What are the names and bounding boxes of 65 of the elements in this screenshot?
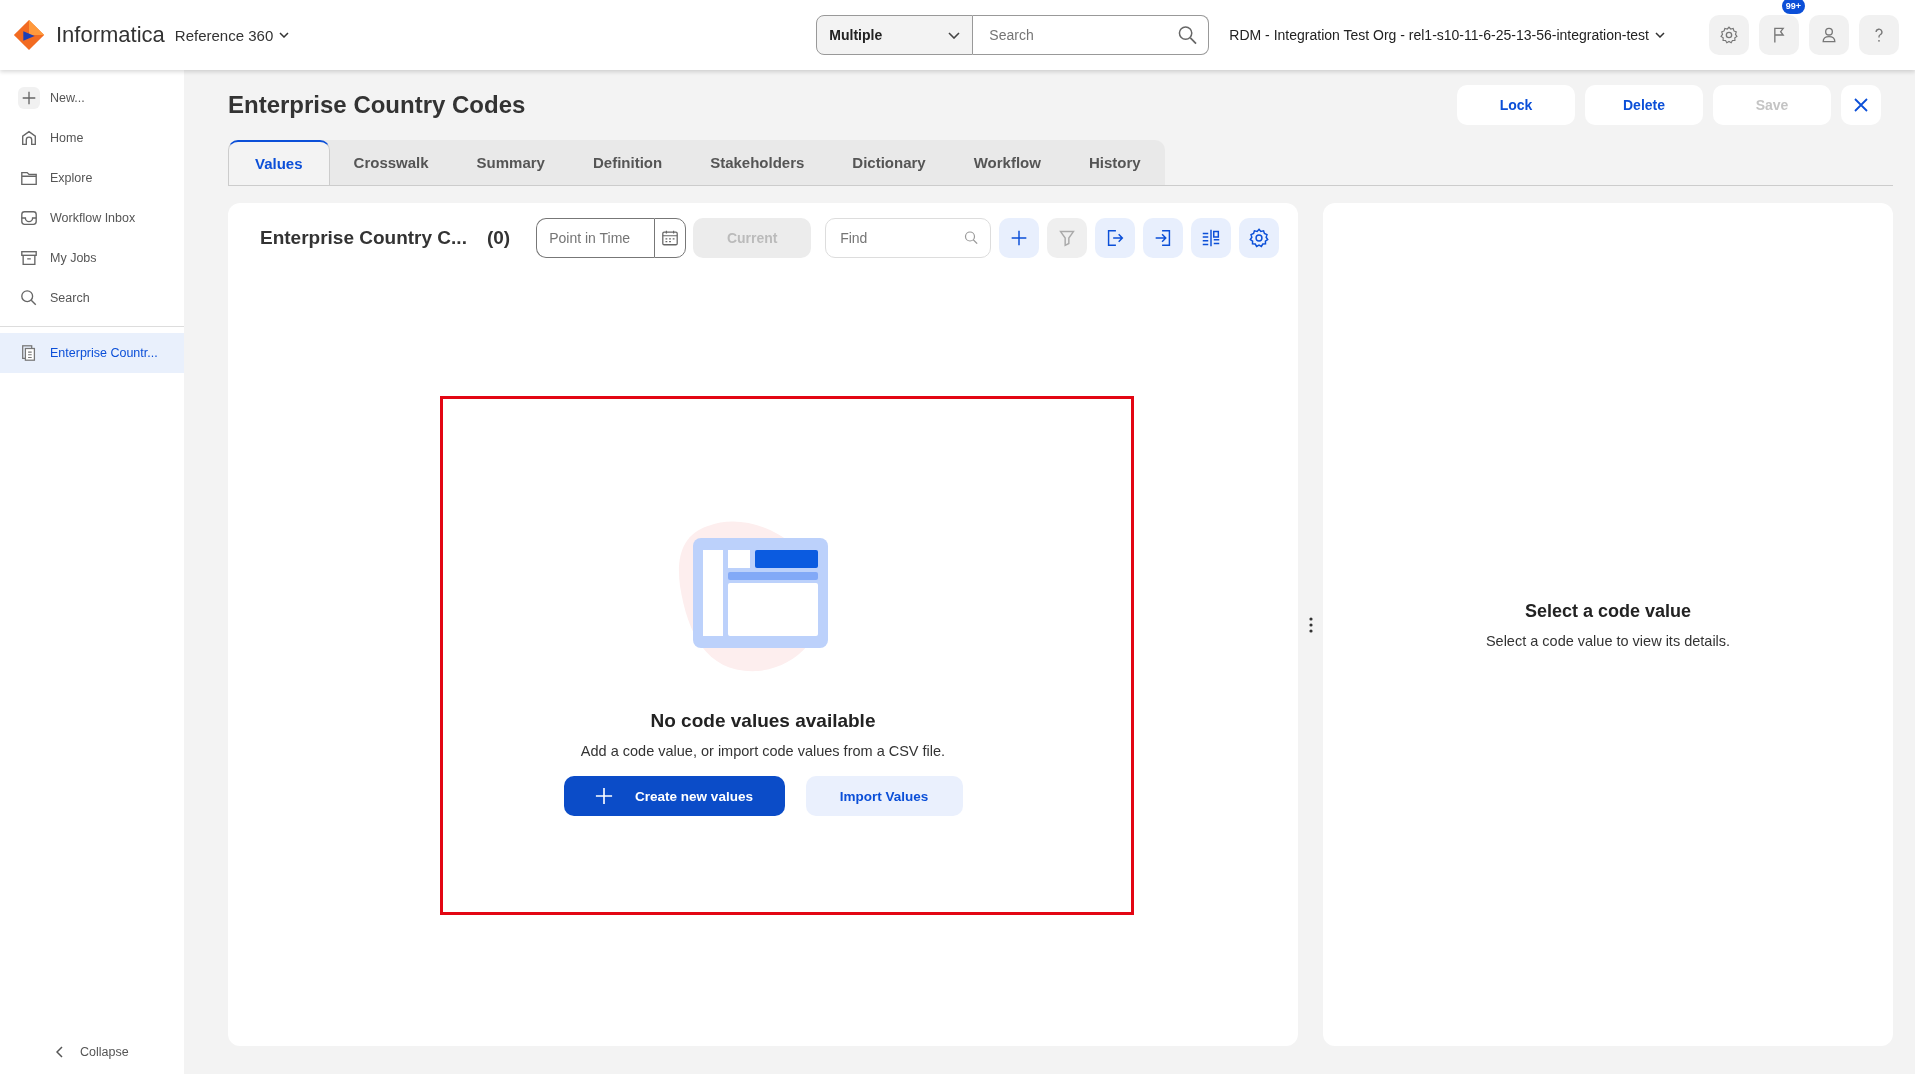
toolbar-button[interactable] <box>1239 218 1280 258</box>
search-icon <box>20 289 38 307</box>
find-field[interactable]: Find <box>825 218 992 258</box>
close-button[interactable] <box>1841 85 1881 125</box>
toolbar-button[interactable] <box>1191 218 1232 258</box>
search-icon <box>964 230 980 246</box>
empty-state-message: Add a code value, or import code values from a CSV file. <box>580 743 946 759</box>
plus-icon <box>20 89 38 107</box>
profile-button[interactable] <box>1809 15 1849 55</box>
search-icon <box>1178 25 1198 45</box>
notifications-button[interactable] <box>1759 15 1799 55</box>
import-values-button[interactable]: Import Values <box>805 776 963 816</box>
notification-badge: 99+ <box>1781 0 1805 14</box>
value-count: (0) <box>486 227 511 249</box>
org-switcher[interactable]: RDM - Integration Test Org - rel1-s10-11-6-25-13-56-integration-test <box>1229 27 1665 43</box>
toolbar-button[interactable] <box>1143 218 1184 258</box>
folder-icon <box>20 169 38 187</box>
sidebar-item[interactable]: New... <box>0 78 184 118</box>
sidebar-item[interactable]: Enterprise Countr... <box>0 333 184 373</box>
tab[interactable]: Stakeholders <box>686 140 829 185</box>
details-message: Select a code value to view its details. <box>1485 632 1731 649</box>
brand-name: Informatica <box>56 22 165 48</box>
page-title: Enterprise Country Codes <box>228 91 526 119</box>
create-values-button[interactable]: Create new values <box>563 776 785 816</box>
settings-icon <box>1719 25 1739 45</box>
tab[interactable]: Dictionary <box>828 140 950 185</box>
calendar-button[interactable] <box>654 218 687 258</box>
sidebar-item[interactable]: Explore <box>0 158 184 198</box>
kebab-icon[interactable] <box>1308 616 1313 633</box>
settings-button[interactable] <box>1709 15 1749 55</box>
empty-state-title: No code values available <box>650 710 876 732</box>
action-button[interactable]: Delete <box>1585 85 1703 125</box>
panel-title: Enterprise Country C... <box>260 227 467 249</box>
details-title: Select a code value <box>1524 600 1692 622</box>
chevron-left-icon <box>56 1046 64 1058</box>
action-button[interactable]: Lock <box>1457 85 1575 125</box>
tab[interactable]: Crosswalk <box>329 140 453 185</box>
search-field[interactable]: Search <box>973 15 1210 55</box>
date-field[interactable]: Point in Time <box>536 218 655 258</box>
inbox-icon <box>20 209 38 227</box>
scope-select[interactable]: Multiple <box>816 15 974 55</box>
tab[interactable]: Values <box>228 140 330 185</box>
sidebar-item[interactable]: Search <box>0 278 184 318</box>
calendar-icon <box>661 229 680 247</box>
toolbar-button[interactable] <box>1095 218 1136 258</box>
tab[interactable]: Workflow <box>949 140 1065 185</box>
chevron-down-icon <box>1655 32 1665 38</box>
sidebar-item[interactable]: Workflow Inbox <box>0 198 184 238</box>
document-icon <box>20 344 38 362</box>
chevron-down-icon <box>279 32 290 38</box>
chevron-down-icon <box>948 31 961 39</box>
home-icon <box>20 129 38 147</box>
close-icon <box>1854 98 1868 112</box>
logo-icon <box>12 18 46 52</box>
tab[interactable]: Definition <box>568 140 687 185</box>
product-switcher[interactable]: Reference 360 <box>174 26 290 44</box>
plus-icon <box>595 787 614 805</box>
sidebar-item[interactable]: Home <box>0 118 184 158</box>
toolbar-button[interactable] <box>999 218 1040 258</box>
tab[interactable]: History <box>1064 140 1165 185</box>
archive-box-icon <box>20 249 38 267</box>
collapse-button[interactable]: Collapse <box>0 1032 184 1072</box>
tab[interactable]: Summary <box>452 140 569 185</box>
settings-icon <box>1248 227 1271 249</box>
sidebar-item[interactable]: My Jobs <box>0 238 184 278</box>
